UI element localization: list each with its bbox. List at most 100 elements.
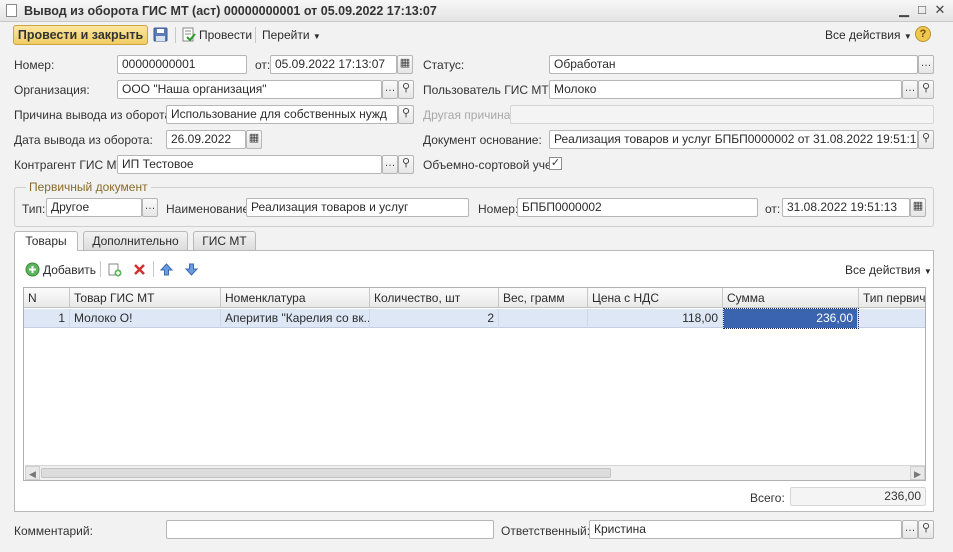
choice-button[interactable]: … <box>382 80 398 99</box>
total-field: 236,00 <box>790 487 926 506</box>
choice-button[interactable]: … <box>902 520 918 539</box>
all-actions-label: Все действия <box>825 28 901 42</box>
total-label: Всего: <box>750 491 785 505</box>
all-actions-menu[interactable]: Все действия ▼ <box>825 28 912 42</box>
search-icon[interactable]: ⚲ <box>398 80 414 99</box>
save-icon[interactable] <box>153 27 168 42</box>
calendar-icon[interactable]: ▦ <box>910 198 926 217</box>
tab-additional[interactable]: Дополнительно <box>83 231 188 250</box>
cell-quantity[interactable]: 2 <box>370 309 499 328</box>
search-icon[interactable]: ⚲ <box>918 130 934 149</box>
responsible-field[interactable]: Кристина <box>589 520 902 539</box>
doc-number-field[interactable]: БПБП0000002 <box>517 198 758 217</box>
date-field[interactable]: 05.09.2022 17:13:07 <box>270 55 397 74</box>
calendar-icon[interactable]: ▦ <box>397 55 413 74</box>
doc-type-label: Тип: <box>22 202 46 216</box>
post-icon[interactable] <box>181 27 196 42</box>
organization-label: Организация: <box>14 83 90 97</box>
number-label: Номер: <box>14 58 55 72</box>
scroll-left-icon[interactable]: ◀ <box>25 466 40 480</box>
copy-icon[interactable] <box>107 262 122 277</box>
cell-primary-type[interactable] <box>859 309 925 328</box>
volume-accounting-label: Объемно-сортовой учет: <box>423 158 561 172</box>
doc-type-field[interactable]: Другое <box>46 198 142 217</box>
calendar-icon[interactable]: ▦ <box>246 130 262 149</box>
maximize-icon[interactable]: □ <box>914 2 930 18</box>
horizontal-scrollbar[interactable]: ◀ ▶ <box>25 465 925 480</box>
contractor-label: Контрагент ГИС МТ: <box>14 158 128 172</box>
chevron-down-icon: ▼ <box>312 32 321 41</box>
chevron-down-icon: ▼ <box>903 32 912 41</box>
cell-sum[interactable]: 236,00 <box>723 308 859 329</box>
user-field[interactable]: Молоко <box>549 80 902 99</box>
cell-nomenclature[interactable]: Аперитив "Карелия со вк... <box>221 309 370 328</box>
move-down-icon[interactable] <box>184 262 199 277</box>
choice-button[interactable]: … <box>142 198 158 217</box>
go-menu-label: Перейти <box>262 28 310 42</box>
primary-document-title: Первичный документ <box>26 180 151 194</box>
add-button[interactable]: Добавить <box>43 263 96 277</box>
go-menu[interactable]: Перейти ▼ <box>262 28 321 42</box>
scrollbar-thumb[interactable] <box>41 468 611 478</box>
choice-button[interactable]: … <box>382 155 398 174</box>
date-prefix-label: от: <box>255 58 271 72</box>
status-field[interactable]: Обработан <box>549 55 918 74</box>
doc-name-label: Наименование: <box>166 202 253 216</box>
choice-button[interactable]: … <box>902 80 918 99</box>
column-header[interactable]: Тип первичн <box>859 288 925 308</box>
chevron-down-icon: ▼ <box>923 267 932 276</box>
choice-button[interactable]: … <box>918 55 934 74</box>
tab-goods[interactable]: Товары <box>14 231 78 251</box>
contractor-field[interactable]: ИП Тестовое <box>117 155 382 174</box>
volume-accounting-checkbox[interactable]: ✓ <box>549 157 562 170</box>
move-up-icon[interactable] <box>159 262 174 277</box>
column-header[interactable]: Сумма <box>723 288 859 308</box>
table-all-actions-label: Все действия <box>845 263 921 277</box>
cell-price[interactable]: 118,00 <box>588 309 723 328</box>
add-icon[interactable] <box>25 262 40 277</box>
other-reason-field[interactable] <box>510 105 934 124</box>
search-icon[interactable]: ⚲ <box>398 105 414 124</box>
doc-number-label: Номер: <box>478 202 519 216</box>
scroll-right-icon[interactable]: ▶ <box>910 466 925 480</box>
column-header[interactable]: Цена с НДС <box>588 288 723 308</box>
search-icon[interactable]: ⚲ <box>398 155 414 174</box>
withdraw-date-label: Дата вывода из оборота: <box>14 133 153 147</box>
close-icon[interactable]: ✕ <box>932 2 948 18</box>
column-header[interactable]: Вес, грамм <box>499 288 588 308</box>
comment-field[interactable] <box>166 520 494 539</box>
title-bar: Вывод из оборота ГИС МТ (аст) 0000000000… <box>0 0 953 22</box>
withdraw-date-field[interactable]: 26.09.2022 <box>166 130 246 149</box>
cell-weight[interactable] <box>499 309 588 328</box>
status-label: Статус: <box>423 58 465 72</box>
window-title: Вывод из оборота ГИС МТ (аст) 0000000000… <box>24 4 437 18</box>
base-document-field[interactable]: Реализация товаров и услуг БПБП0000002 о… <box>549 130 918 149</box>
search-icon[interactable]: ⚲ <box>918 80 934 99</box>
base-document-label: Документ основание: <box>423 133 542 147</box>
doc-name-field[interactable]: Реализация товаров и услуг <box>246 198 469 217</box>
post-button[interactable]: Провести <box>199 28 252 42</box>
column-header[interactable]: N <box>24 288 70 308</box>
column-header[interactable]: Товар ГИС МТ <box>70 288 221 308</box>
minimize-icon[interactable]: ▁ <box>896 2 912 18</box>
user-label: Пользователь ГИС МТ: <box>423 83 552 97</box>
number-field[interactable]: 00000000001 <box>117 55 247 74</box>
tab-gis-mt[interactable]: ГИС МТ <box>193 231 256 250</box>
cell-gis-product[interactable]: Молоко О! <box>70 309 221 328</box>
comment-label: Комментарий: <box>14 524 93 538</box>
document-icon <box>6 4 17 17</box>
doc-date-label: от: <box>765 202 781 216</box>
doc-date-field[interactable]: 31.08.2022 19:51:13 <box>782 198 910 217</box>
delete-icon[interactable] <box>132 262 147 277</box>
table-all-actions-menu[interactable]: Все действия ▼ <box>845 263 932 277</box>
help-button[interactable]: ? <box>915 26 931 42</box>
organization-field[interactable]: ООО "Наша организация" <box>117 80 382 99</box>
search-icon[interactable]: ⚲ <box>918 520 934 539</box>
goods-table[interactable]: N Товар ГИС МТ Номенклатура Количество, … <box>23 287 926 481</box>
reason-field[interactable]: Использование для собственных нужд <box>166 105 398 124</box>
responsible-label: Ответственный: <box>501 524 591 538</box>
column-header[interactable]: Номенклатура <box>221 288 370 308</box>
post-and-close-button[interactable]: Провести и закрыть <box>13 25 148 45</box>
column-header[interactable]: Количество, шт <box>370 288 499 308</box>
cell-n[interactable]: 1 <box>24 309 70 328</box>
